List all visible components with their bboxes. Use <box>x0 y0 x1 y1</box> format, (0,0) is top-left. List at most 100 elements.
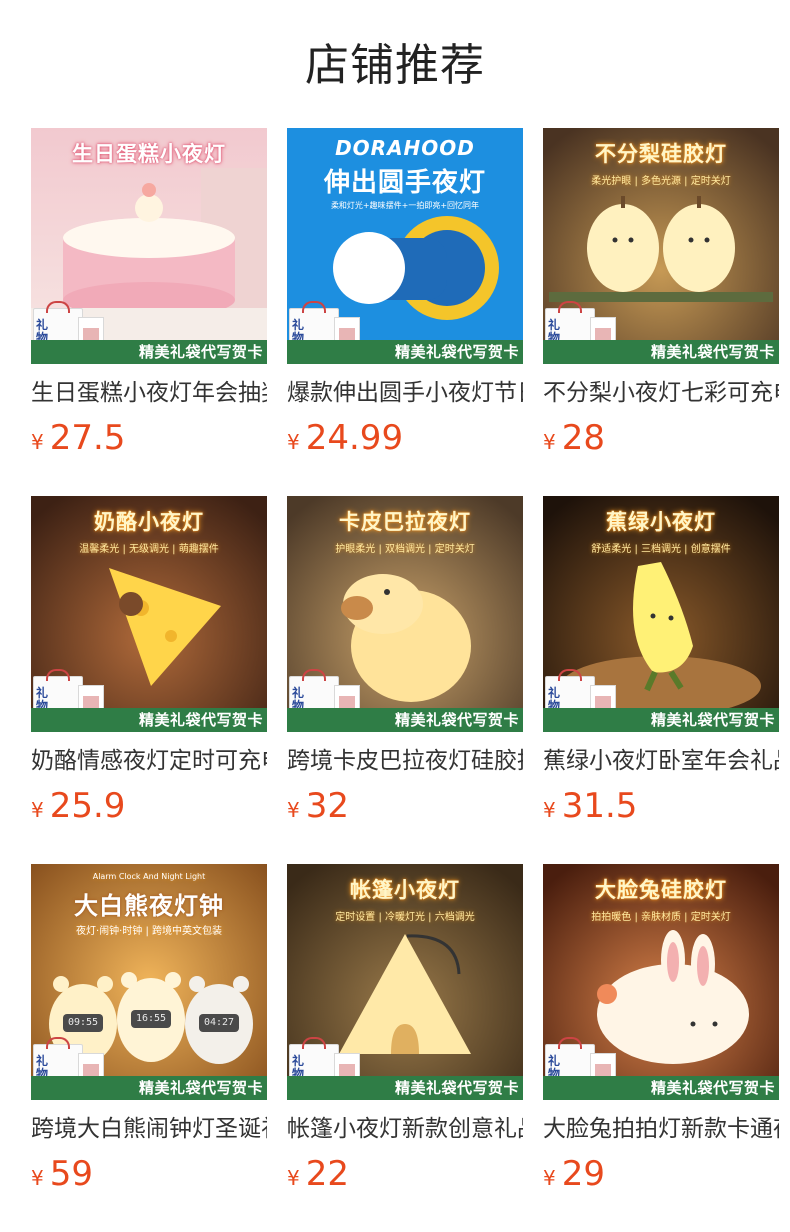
product-subbanner: 夜灯·闹钟·时钟 | 跨境中英文包装 <box>75 926 223 937</box>
currency-symbol: ¥ <box>543 1166 556 1190</box>
product-price: ¥28 <box>543 418 605 458</box>
product-price: ¥32 <box>287 786 349 826</box>
price-value: 31.5 <box>561 786 638 826</box>
product-name[interactable]: 帐篷小夜灯新款创意礼品 <box>287 1114 523 1144</box>
product-name[interactable]: 跨境大白熊闹钟灯圣诞礼物 <box>31 1114 267 1144</box>
product-name[interactable]: 蕉绿小夜灯卧室年会礼品摆件 <box>543 746 779 776</box>
product-card[interactable]: DORAHOOD 伸出圆手夜灯 柔和灯光+趣味摆件+一拍即亮+回忆同年 礼物 精… <box>287 128 523 458</box>
product-card[interactable]: 奶酪小夜灯 温馨柔光 | 无级调光 | 萌趣摆件 礼物 精美礼袋代写贺卡 奶酪情… <box>31 496 267 826</box>
gift-ribbon-bar: 精美礼袋代写贺卡 <box>287 1076 523 1100</box>
product-name[interactable]: 爆款伸出圆手小夜灯节日礼物 <box>287 378 523 408</box>
product-price: ¥22 <box>287 1154 349 1194</box>
feature-text: 柔光护眼 <box>591 176 632 187</box>
product-banner: 大脸兔硅胶灯 <box>595 878 727 902</box>
gift-ribbon-text: 精美礼袋代写贺卡 <box>650 711 775 729</box>
product-card[interactable]: 生日蛋糕小夜灯 礼物 精美礼袋代写贺卡 生日蛋糕小夜灯年会抽奖礼品 ¥27.5 <box>31 128 267 458</box>
gift-ribbon-text: 精美礼袋代写贺卡 <box>138 1079 263 1097</box>
product-banner: 帐篷小夜灯 <box>350 878 460 902</box>
gift-ribbon-text: 精美礼袋代写贺卡 <box>650 343 775 361</box>
price-value: 22 <box>305 1154 349 1194</box>
product-card[interactable]: 帐篷小夜灯 定时设置 | 冷暖灯光 | 六档调光 礼物 精美礼袋代写贺卡 帐篷小… <box>287 864 523 1194</box>
product-image[interactable]: 不分梨硅胶灯 柔光护眼 | 多色光源 | 定时关灯 礼物 精美礼袋代写贺卡 <box>543 128 779 364</box>
product-banner: 卡皮巴拉夜灯 <box>339 510 471 534</box>
product-subbanner: 柔和灯光+趣味摆件+一拍即亮+回忆同年 <box>330 201 480 210</box>
gift-ribbon-bar: 精美礼袋代写贺卡 <box>31 708 267 732</box>
product-image[interactable]: 09:55 16:55 04:27 Alarm Clock And Night … <box>31 864 267 1100</box>
product-card[interactable]: 09:55 16:55 04:27 Alarm Clock And Night … <box>31 864 267 1194</box>
gift-ribbon-bar: 精美礼袋代写贺卡 <box>543 708 779 732</box>
feature-text: 护眼柔光 <box>335 544 376 555</box>
product-price: ¥25.9 <box>31 786 125 826</box>
product-features: 拍拍暖色 | 亲肤材质 | 定时关灯 <box>591 912 731 923</box>
product-price: ¥31.5 <box>543 786 637 826</box>
price-value: 25.9 <box>49 786 126 826</box>
product-image[interactable]: 大脸兔硅胶灯 拍拍暖色 | 亲肤材质 | 定时关灯 礼物 精美礼袋代写贺卡 <box>543 864 779 1100</box>
product-features: 定时设置 | 冷暖灯光 | 六档调光 <box>335 912 475 923</box>
gift-ribbon-bar: 精美礼袋代写贺卡 <box>543 340 779 364</box>
gift-ribbon-bar: 精美礼袋代写贺卡 <box>31 1076 267 1100</box>
product-banner: 大白熊夜灯钟 <box>74 892 224 920</box>
feature-text: 定时关灯 <box>690 912 731 923</box>
product-card[interactable]: 卡皮巴拉夜灯 护眼柔光 | 双档调光 | 定时关灯 礼物 精美礼袋代写贺卡 跨境… <box>287 496 523 826</box>
feature-text: 创意摆件 <box>690 544 731 555</box>
price-value: 59 <box>49 1154 93 1194</box>
clock-readout: 16:55 <box>135 1013 167 1024</box>
feature-text: 定时设置 <box>335 912 376 923</box>
feature-text: 六档调光 <box>434 912 475 923</box>
clock-readout: 04:27 <box>203 1017 235 1028</box>
product-image[interactable]: 生日蛋糕小夜灯 礼物 精美礼袋代写贺卡 <box>31 128 267 364</box>
price-value: 28 <box>561 418 605 458</box>
product-features: 护眼柔光 | 双档调光 | 定时关灯 <box>335 544 475 555</box>
product-price: ¥24.99 <box>287 418 403 458</box>
product-image[interactable]: DORAHOOD 伸出圆手夜灯 柔和灯光+趣味摆件+一拍即亮+回忆同年 礼物 精… <box>287 128 523 364</box>
gift-ribbon-text: 精美礼袋代写贺卡 <box>138 343 263 361</box>
feature-text: 多色光源 <box>641 176 681 187</box>
product-features: 柔光护眼 | 多色光源 | 定时关灯 <box>591 176 731 187</box>
gift-ribbon-text: 精美礼袋代写贺卡 <box>394 1079 519 1097</box>
feature-text: 三档调光 <box>641 544 681 555</box>
product-card[interactable]: 不分梨硅胶灯 柔光护眼 | 多色光源 | 定时关灯 礼物 精美礼袋代写贺卡 不分… <box>543 128 779 458</box>
feature-text: 冷暖灯光 <box>385 912 425 923</box>
product-image[interactable]: 卡皮巴拉夜灯 护眼柔光 | 双档调光 | 定时关灯 礼物 精美礼袋代写贺卡 <box>287 496 523 732</box>
feature-text: 亲肤材质 <box>641 912 681 923</box>
product-image[interactable]: 奶酪小夜灯 温馨柔光 | 无级调光 | 萌趣摆件 礼物 精美礼袋代写贺卡 <box>31 496 267 732</box>
product-image[interactable]: 蕉绿小夜灯 舒适柔光 | 三档调光 | 创意摆件 礼物 精美礼袋代写贺卡 <box>543 496 779 732</box>
currency-symbol: ¥ <box>543 798 556 822</box>
product-name[interactable]: 生日蛋糕小夜灯年会抽奖礼品 <box>31 378 267 408</box>
product-name[interactable]: 跨境卡皮巴拉夜灯硅胶拍拍灯 <box>287 746 523 776</box>
price-value: 24.99 <box>305 418 404 458</box>
currency-symbol: ¥ <box>543 430 556 454</box>
gift-ribbon-bar: 精美礼袋代写贺卡 <box>287 708 523 732</box>
product-banner: 蕉绿小夜灯 <box>606 510 716 534</box>
product-card[interactable]: 蕉绿小夜灯 舒适柔光 | 三档调光 | 创意摆件 礼物 精美礼袋代写贺卡 蕉绿小… <box>543 496 779 826</box>
product-banner: 生日蛋糕小夜灯 <box>72 142 226 166</box>
feature-text: 定时关灯 <box>434 544 475 555</box>
product-card[interactable]: 大脸兔硅胶灯 拍拍暖色 | 亲肤材质 | 定时关灯 礼物 精美礼袋代写贺卡 大脸… <box>543 864 779 1194</box>
gift-ribbon-bar: 精美礼袋代写贺卡 <box>543 1076 779 1100</box>
small-caption: Alarm Clock And Night Light <box>92 872 206 881</box>
clock-readout: 09:55 <box>67 1017 99 1028</box>
product-name[interactable]: 奶酪情感夜灯定时可充电礼物 <box>31 746 267 776</box>
gift-ribbon-bar: 精美礼袋代写贺卡 <box>287 340 523 364</box>
product-price: ¥29 <box>543 1154 605 1194</box>
feature-text: 温馨柔光 <box>79 544 120 555</box>
gift-ribbon-text: 精美礼袋代写贺卡 <box>394 711 519 729</box>
gift-ribbon-bar: 精美礼袋代写贺卡 <box>31 340 267 364</box>
product-image[interactable]: 帐篷小夜灯 定时设置 | 冷暖灯光 | 六档调光 礼物 精美礼袋代写贺卡 <box>287 864 523 1100</box>
product-name[interactable]: 大脸兔拍拍灯新款卡通夜灯 <box>543 1114 779 1144</box>
product-banner: 不分梨硅胶灯 <box>595 142 727 166</box>
product-banner: 奶酪小夜灯 <box>94 510 204 534</box>
price-value: 27.5 <box>49 418 126 458</box>
price-value: 29 <box>561 1154 605 1194</box>
feature-text: 无级调光 <box>129 544 169 555</box>
currency-symbol: ¥ <box>31 1166 44 1190</box>
page-title: 店铺推荐 <box>305 40 485 91</box>
feature-text: 双档调光 <box>385 544 425 555</box>
product-name[interactable]: 不分梨小夜灯七彩可充电摆件 <box>543 378 779 408</box>
feature-text: 定时关灯 <box>690 176 731 187</box>
currency-symbol: ¥ <box>31 798 44 822</box>
product-features: 温馨柔光 | 无级调光 | 萌趣摆件 <box>79 544 219 555</box>
product-banner: 伸出圆手夜灯 <box>323 168 486 198</box>
currency-symbol: ¥ <box>287 430 300 454</box>
product-price: ¥27.5 <box>31 418 125 458</box>
